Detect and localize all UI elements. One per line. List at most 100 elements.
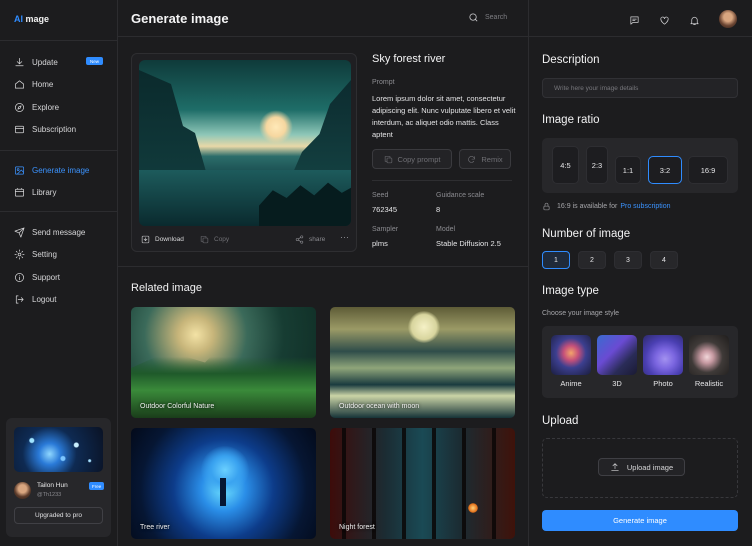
share-label: share [309,236,326,243]
logout-icon [15,295,24,304]
download-label: Download [155,236,184,243]
sidebar-item-label: Setting [32,250,57,260]
type-option-anime[interactable]: Anime [551,335,591,388]
related-image-card[interactable]: Outdoor Colorful Nature [131,307,316,418]
remix-button[interactable]: Remix [459,149,511,169]
photo-thumbnail [643,335,683,375]
search-input[interactable]: Search [468,12,507,23]
guidance-label: Guidance scale [436,192,485,199]
plan-badge: Free [89,482,105,490]
main-header: Generate image Search [118,0,529,37]
send-icon [14,227,25,238]
description-title: Description [542,54,600,66]
number-option-4[interactable]: 4 [650,251,678,269]
ratio-option-1-1[interactable]: 1:1 [615,156,641,184]
upload-button[interactable]: Upload image [598,458,685,476]
page-title: Generate image [131,11,229,26]
type-title: Image type [542,285,599,297]
ratio-option-16-9[interactable]: 16:9 [688,156,728,184]
type-label: Anime [560,379,582,388]
copy-button[interactable]: Copy [200,235,229,244]
ratio-option-4-5[interactable]: 4:5 [552,146,579,184]
sidebar-item-library[interactable]: Library [0,182,117,205]
sidebar-item-subscription[interactable]: Subscription [0,119,117,142]
user-cover-image [14,427,103,472]
number-option-3[interactable]: 3 [614,251,642,269]
prompt-label: Prompt [372,79,395,86]
sidebar-item-label: Subscription [32,125,77,135]
number-option-1[interactable]: 1 [542,251,570,269]
upload-icon [611,463,619,471]
seed-value: 762345 [372,205,398,214]
number-title: Number of image [542,228,631,240]
copy-icon [200,236,209,244]
more-options-icon[interactable]: ⋯ [340,232,349,243]
related-image-caption: Tree river [140,524,170,531]
sidebar-item-label: Explore [32,102,60,112]
ratio-option-2-3[interactable]: 2:3 [586,146,608,184]
lock-icon [543,202,550,211]
share-button[interactable]: share [295,235,325,244]
type-label: 3D [612,379,622,388]
app-logo[interactable]: AI mage [14,14,49,24]
ratio-option-3-2[interactable]: 3:2 [648,156,682,184]
divider [0,150,117,151]
copy-prompt-button[interactable]: Copy prompt [372,149,452,169]
description-input[interactable]: Write here your image details [542,78,738,98]
card-icon [15,126,24,134]
divider [0,40,117,41]
image-info: Sky forest river Prompt Lorem ipsum dolo… [372,53,518,248]
sidebar-item-send-message[interactable]: Send message [0,221,117,244]
related-image-card[interactable]: Tree river [131,428,316,539]
remix-label: Remix [481,154,503,164]
related-image-caption: Night forest [339,524,375,531]
upload-label: Upload image [626,462,674,472]
upgrade-button[interactable]: Upgraded to pro [14,507,103,524]
avatar[interactable] [719,10,737,28]
copy-icon [384,155,392,163]
guidance-field: Guidance scale 8 [436,192,484,214]
sidebar-item-support[interactable]: Support [0,266,117,289]
3d-thumbnail [597,335,637,375]
sampler-value: plms [372,239,388,248]
gear-icon [14,249,25,260]
copy-label: Copy [214,236,230,243]
avatar[interactable] [14,482,31,499]
generated-image[interactable] [139,60,351,226]
guidance-value: 8 [436,205,441,214]
panel-header [529,0,752,37]
sampler-field: Sampler plms [372,226,398,248]
sidebar-item-label: Support [32,272,61,282]
sidebar-item-update[interactable]: Update New [0,51,117,74]
sidebar: AI mage Update New Home Explore Subscrip… [0,0,118,546]
type-option-realistic[interactable]: Realistic [689,335,729,388]
type-subtitle: Choose your image style [542,310,620,317]
related-image-card[interactable]: Outdoor ocean with moon [330,307,515,418]
library-icon [15,188,24,197]
user-name: Tailon Hun [37,482,68,489]
upload-dropzone[interactable]: Upload image [542,438,738,498]
type-option-3d[interactable]: 3D [597,335,637,388]
divider [0,211,117,212]
ratio-note: 16:9 is available for Pro subscription [542,202,671,211]
heart-icon[interactable] [659,13,670,25]
share-icon [295,235,304,244]
pro-subscription-link[interactable]: Pro subscription [620,203,670,210]
bell-icon[interactable] [689,13,700,25]
realistic-thumbnail [689,335,729,375]
message-icon[interactable] [629,13,640,25]
sidebar-item-setting[interactable]: Setting [0,244,117,267]
sidebar-item-logout[interactable]: Logout [0,289,117,312]
related-image-card[interactable]: Night forest [330,428,515,539]
sidebar-item-explore[interactable]: Explore [0,96,117,119]
prompt-text: Lorem ipsum dolor sit amet, consectetur … [372,94,516,139]
type-option-photo[interactable]: Photo [643,335,683,388]
nav-primary: Update New Home Explore Subscription [0,51,117,141]
sidebar-item-generate-image[interactable]: Generate image [0,159,117,182]
sidebar-item-home[interactable]: Home [0,74,117,97]
number-option-2[interactable]: 2 [578,251,606,269]
generate-image-button[interactable]: Generate image [542,510,738,531]
upload-title: Upload [542,415,579,427]
download-button[interactable]: Download [141,235,184,244]
sidebar-item-label: Logout [32,295,57,305]
